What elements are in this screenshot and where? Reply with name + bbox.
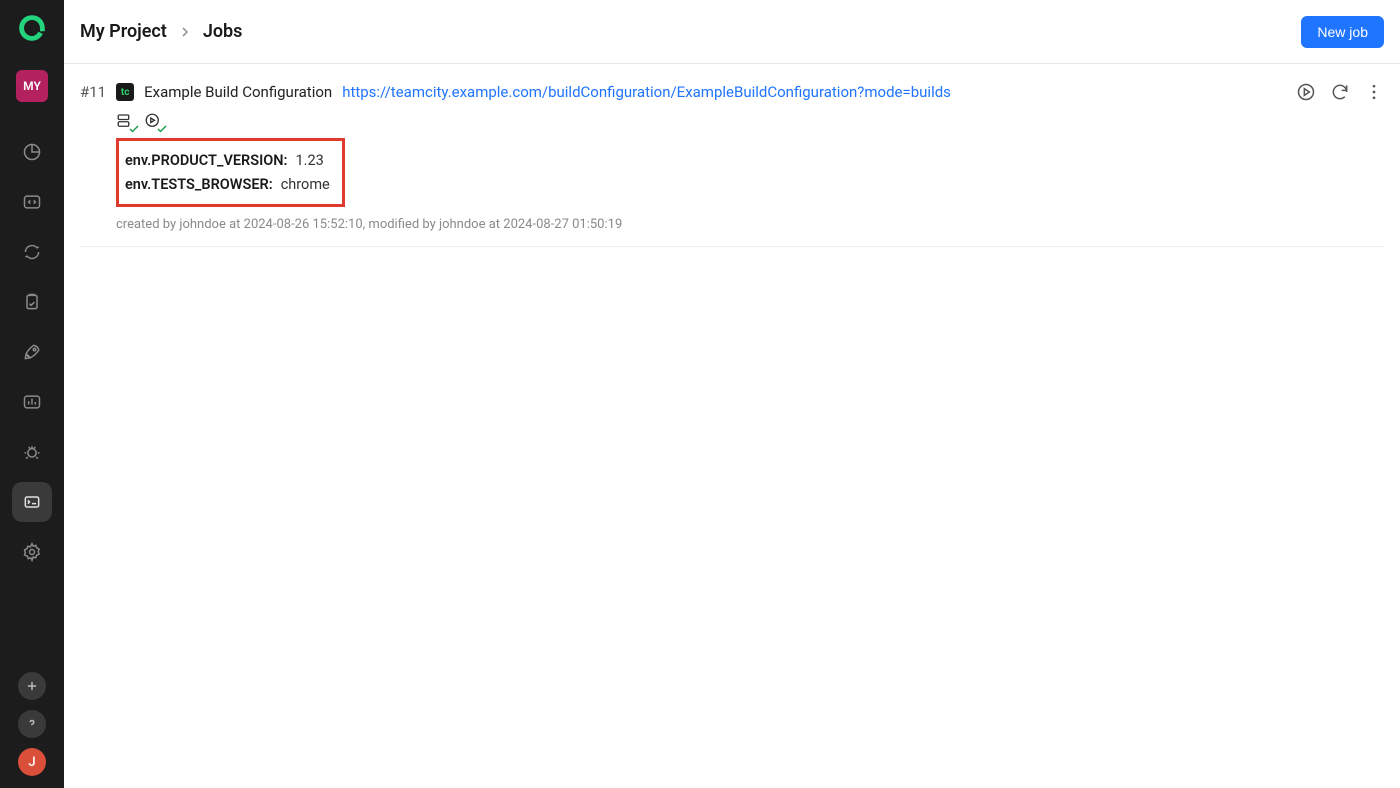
sidebar-item-overview[interactable] [12, 132, 52, 172]
job-name: Example Build Configuration [144, 83, 332, 101]
env-key: env.PRODUCT_VERSION: [125, 149, 287, 173]
sidebar-item-bug[interactable] [12, 432, 52, 472]
env-value: 1.23 [295, 149, 323, 173]
new-job-button[interactable]: New job [1301, 16, 1384, 48]
env-vars-highlight: env.PRODUCT_VERSION: 1.23 env.TESTS_BROW… [116, 138, 345, 207]
refresh-icon[interactable] [1330, 82, 1350, 102]
breadcrumb: My Project Jobs [80, 21, 242, 42]
server-status-icon [116, 112, 136, 132]
sidebar-item-analytics[interactable] [12, 382, 52, 422]
job-card: #11 tc Example Build Configuration https… [80, 64, 1384, 247]
help-button[interactable] [18, 710, 46, 738]
job-id: #11 [80, 83, 106, 101]
env-key: env.TESTS_BROWSER: [125, 173, 273, 197]
sidebar-item-clipboard[interactable] [12, 282, 52, 322]
sidebar-item-sync[interactable] [12, 232, 52, 272]
sidebar: MY [0, 0, 64, 788]
app-logo[interactable] [16, 12, 48, 44]
sidebar-item-rocket[interactable] [12, 332, 52, 372]
header: My Project Jobs New job [64, 0, 1400, 64]
sidebar-item-code[interactable] [12, 182, 52, 222]
user-avatar[interactable]: J [18, 748, 46, 776]
add-button[interactable] [18, 672, 46, 700]
more-icon[interactable] [1364, 82, 1384, 102]
job-meta: created by johndoe at 2024-08-26 15:52:1… [116, 217, 1384, 232]
chevron-right-icon [177, 24, 193, 40]
sidebar-item-jobs[interactable] [12, 482, 52, 522]
run-status-icon [144, 112, 164, 132]
project-badge[interactable]: MY [16, 70, 48, 102]
env-row: env.TESTS_BROWSER: chrome [125, 173, 330, 197]
breadcrumb-page: Jobs [203, 21, 243, 42]
sidebar-item-settings[interactable] [12, 532, 52, 572]
breadcrumb-project[interactable]: My Project [80, 21, 167, 42]
env-row: env.PRODUCT_VERSION: 1.23 [125, 149, 330, 173]
env-value: chrome [281, 173, 330, 197]
play-icon[interactable] [1296, 82, 1316, 102]
job-link[interactable]: https://teamcity.example.com/buildConfig… [342, 83, 951, 101]
teamcity-icon: tc [116, 83, 134, 101]
